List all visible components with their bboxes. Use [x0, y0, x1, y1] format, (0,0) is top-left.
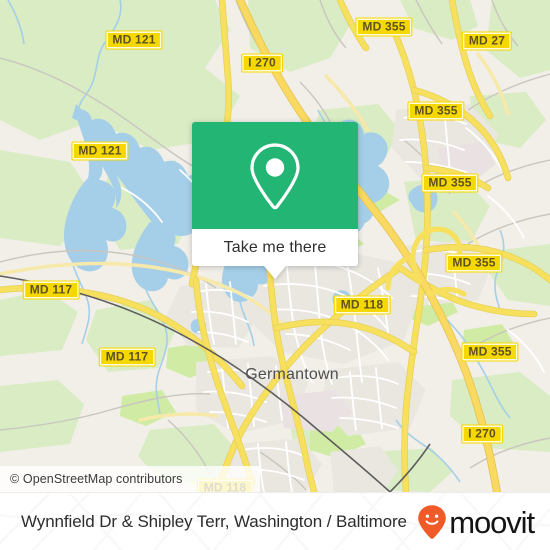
- road-shield-label: MD 355: [362, 19, 406, 34]
- moovit-brand[interactable]: moovit: [417, 504, 535, 540]
- moovit-smiley-pin-icon: [418, 505, 447, 539]
- road-shield-label: I 270: [248, 55, 276, 70]
- road-shield: MD 117: [22, 280, 80, 300]
- osm-attribution: © OpenStreetMap contributors: [0, 466, 260, 492]
- map-city-label: Germantown: [245, 366, 339, 383]
- take-me-there-popup[interactable]: Take me there: [192, 122, 358, 279]
- road-shield-label: MD 121: [112, 32, 156, 47]
- map-pin-icon: [250, 142, 300, 209]
- road-shield: MD 121: [71, 141, 129, 161]
- footer-bar: Wynnfield Dr & Shipley Terr, Washington …: [0, 492, 550, 550]
- road-shield-label: MD 355: [452, 255, 496, 270]
- road-shield: MD 27: [461, 31, 513, 51]
- road-shield-label: MD 121: [78, 143, 122, 158]
- road-shield: MD 355: [461, 342, 519, 362]
- popup-action-bar[interactable]: Take me there: [192, 229, 358, 266]
- road-shield-label: MD 27: [468, 33, 506, 48]
- road-shield: MD 121: [105, 30, 163, 50]
- osm-attribution-text: © OpenStreetMap contributors: [10, 472, 183, 486]
- take-me-there-label: Take me there: [223, 238, 327, 256]
- road-shield: MD 355: [355, 17, 413, 37]
- map-screenshot: .forest { fill:#d9ecc4; } .park { fill:#…: [0, 0, 550, 550]
- popup-tail-triangle: [264, 266, 286, 279]
- location-title: Wynnfield Dr & Shipley Terr, Washington …: [21, 512, 407, 531]
- road-shield-label: MD 355: [428, 175, 472, 190]
- road-shield: I 270: [461, 424, 503, 444]
- road-shield: MD 355: [407, 101, 465, 121]
- road-shield: MD 118: [333, 295, 391, 315]
- road-shield-label: MD 117: [29, 282, 73, 297]
- road-shield: MD 355: [421, 173, 479, 193]
- road-shield: I 270: [241, 53, 283, 73]
- road-shield-label: MD 355: [468, 344, 512, 359]
- road-shield-label: I 270: [468, 426, 496, 441]
- road-shield: MD 355: [445, 253, 503, 273]
- road-shield-label: MD 117: [105, 349, 149, 364]
- road-shield: MD 117: [98, 347, 156, 367]
- road-shield-label: MD 355: [414, 103, 458, 118]
- road-shield-label: MD 118: [340, 297, 384, 312]
- moovit-wordmark: moovit: [449, 504, 535, 540]
- popup-image-panel: [192, 122, 358, 229]
